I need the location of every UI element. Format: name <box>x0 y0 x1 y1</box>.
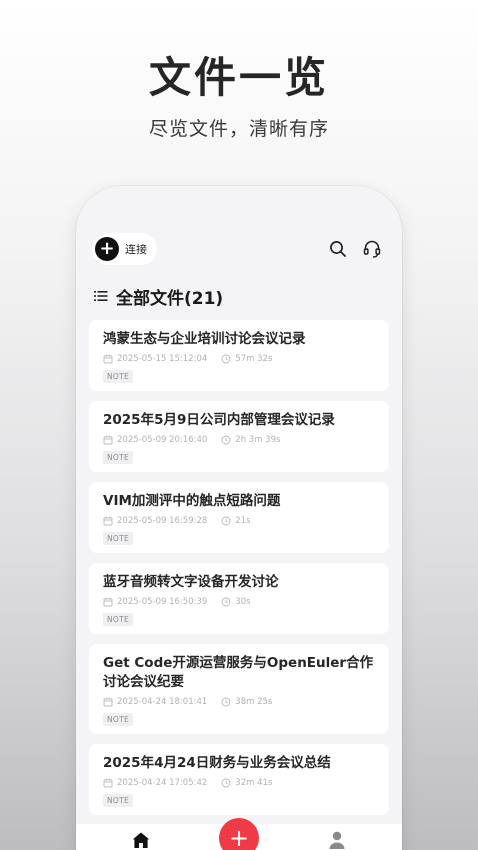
clock-icon <box>221 516 231 526</box>
file-title: Get Code开源运营服务与OpenEuler合作讨论会议纪要 <box>103 655 374 690</box>
file-card[interactable]: 蓝牙音频转文字设备开发讨论 2025-05-09 16:50:39 30s NOTE <box>89 563 389 634</box>
profile-icon[interactable] <box>327 830 347 850</box>
clock-icon <box>221 354 231 364</box>
file-title: 2025年5月9日公司内部管理会议记录 <box>103 412 335 428</box>
section-title: 全部文件(21) <box>116 289 224 309</box>
file-card[interactable]: 鸿蒙生态与企业培训讨论会议记录 2025-05-15 15:12:04 57m 32… <box>89 320 389 391</box>
bottom-nav: + <box>76 818 402 850</box>
calendar-icon <box>103 516 113 526</box>
file-list: 鸿蒙生态与企业培训讨论会议记录 2025-05-15 15:12:04 57m 32… <box>89 320 389 825</box>
clock-icon <box>221 778 231 788</box>
note-tag: NOTE <box>103 532 134 545</box>
note-tag: NOTE <box>103 451 134 464</box>
calendar-icon <box>103 354 113 364</box>
note-tag: NOTE <box>103 613 134 626</box>
file-meta: 2025-04-24 18:01:41 38m 25s <box>103 697 375 707</box>
file-datetime: 2025-05-09 16:59:28 <box>117 516 208 526</box>
connect-label: 连接 <box>125 243 147 256</box>
file-duration: 2h 3m 39s <box>235 435 281 445</box>
clock-icon <box>221 435 231 445</box>
add-icon[interactable]: + <box>219 818 259 850</box>
file-title: 蓝牙音频转文字设备开发讨论 <box>103 574 279 590</box>
top-bar: + 连接 <box>90 233 388 265</box>
calendar-icon <box>103 435 113 445</box>
file-datetime: 2025-05-15 15:12:04 <box>117 354 208 364</box>
plus-icon: + <box>95 237 119 261</box>
file-datetime: 2025-05-09 16:50:39 <box>117 597 208 607</box>
file-title: 2025年4月24日财务与业务会议总结 <box>103 755 331 771</box>
file-meta: 2025-05-09 16:59:28 21s <box>103 516 375 526</box>
section-header: 全部文件(21) <box>94 284 223 309</box>
file-title: 鸿蒙生态与企业培训讨论会议记录 <box>103 331 306 347</box>
file-card[interactable]: VIM加测评中的触点短路问题 2025-05-09 16:59:28 21s NOTE <box>89 482 389 553</box>
calendar-icon <box>103 697 113 707</box>
promo-title: 文件一览 <box>148 53 329 102</box>
calendar-icon <box>103 597 113 607</box>
file-meta: 2025-04-24 17:05:42 32m 41s <box>103 778 375 788</box>
connect-button[interactable]: + 连接 <box>92 233 157 265</box>
file-card[interactable]: 2025年5月9日公司内部管理会议记录 2025-05-09 20:16:40 2h… <box>89 401 389 472</box>
file-duration: 30s <box>235 597 251 607</box>
file-duration: 21s <box>235 516 251 526</box>
phone-screen: + 连接 全部文件(21) 鸿蒙生态与企业培训讨论会议记录 2025-05-15… <box>76 186 402 850</box>
headset-icon[interactable] <box>360 237 384 261</box>
home-icon[interactable] <box>131 831 151 850</box>
search-icon[interactable] <box>326 237 350 261</box>
list-icon <box>94 287 108 306</box>
file-meta: 2025-05-09 20:16:40 2h 3m 39s <box>103 435 375 445</box>
calendar-icon <box>103 778 113 788</box>
note-tag: NOTE <box>103 370 134 383</box>
file-datetime: 2025-04-24 17:05:42 <box>117 778 208 788</box>
file-datetime: 2025-05-09 20:16:40 <box>117 435 208 445</box>
file-card[interactable]: Get Code开源运营服务与OpenEuler合作讨论会议纪要 2025-04-… <box>89 644 389 734</box>
file-duration: 32m 41s <box>235 778 273 788</box>
file-duration: 57m 32s <box>235 354 273 364</box>
note-tag: NOTE <box>103 794 134 807</box>
file-meta: 2025-05-09 16:50:39 30s <box>103 597 375 607</box>
file-datetime: 2025-04-24 18:01:41 <box>117 697 208 707</box>
clock-icon <box>221 697 231 707</box>
clock-icon <box>221 597 231 607</box>
file-meta: 2025-05-15 15:12:04 57m 32s <box>103 354 375 364</box>
note-tag: NOTE <box>103 713 134 726</box>
file-card[interactable]: 2025年4月24日财务与业务会议总结 2025-04-24 17:05:42 32… <box>89 744 389 815</box>
promo-subtitle: 尽览文件，清晰有序 <box>148 118 329 140</box>
file-title: VIM加测评中的触点短路问题 <box>103 493 281 509</box>
file-duration: 38m 25s <box>235 697 273 707</box>
